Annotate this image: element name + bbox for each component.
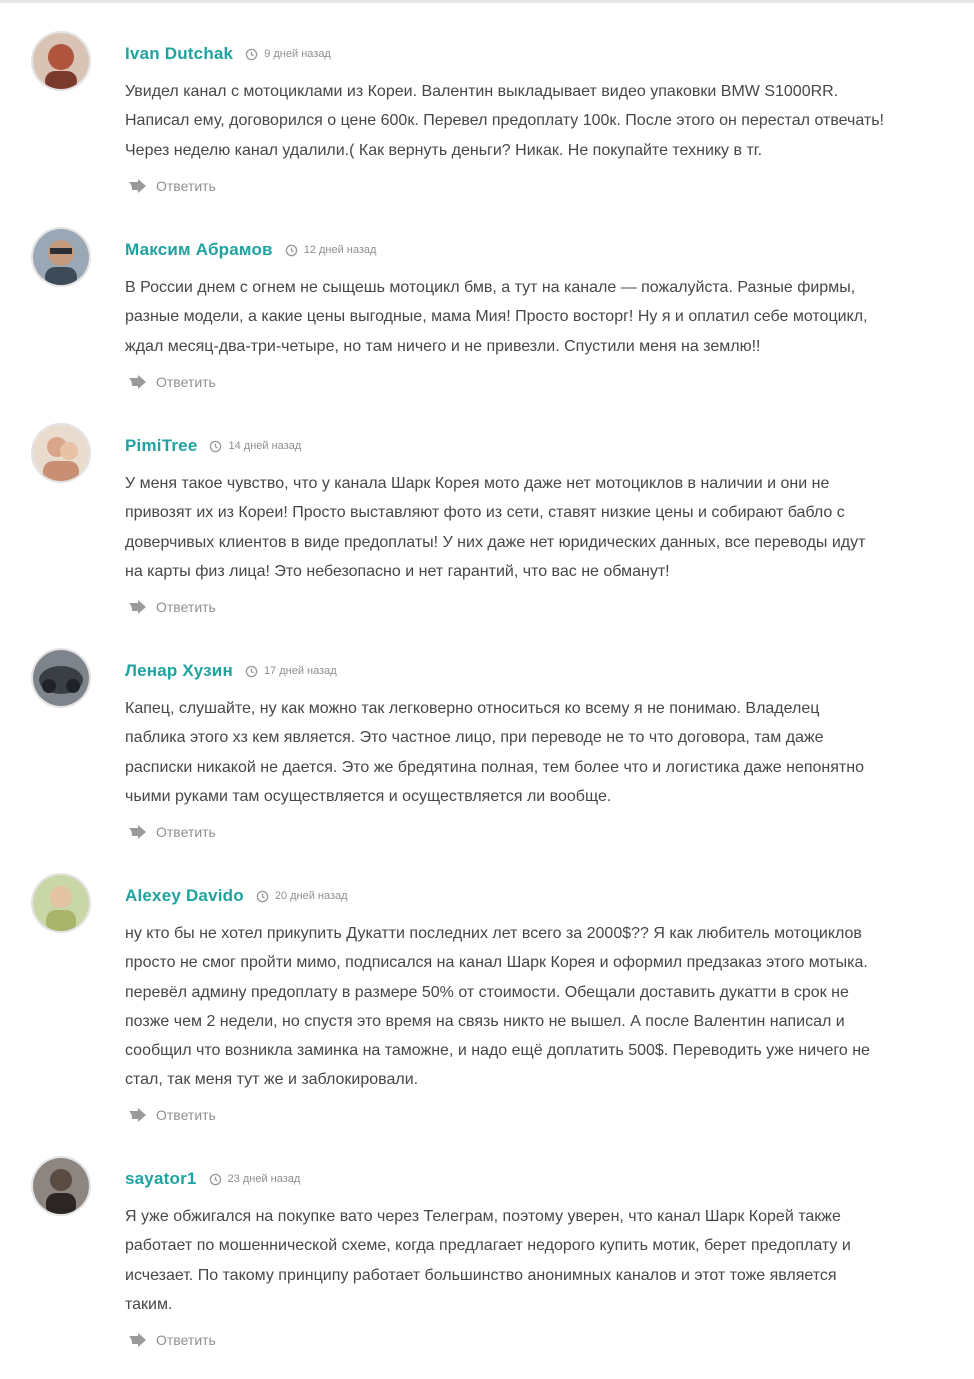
reply-label: Ответить [156,178,216,194]
avatar[interactable] [31,1156,91,1216]
reply-button[interactable]: Ответить [128,1330,216,1350]
comment-text: Капец, слушайте, ну как можно так легков… [125,700,864,805]
author-name[interactable]: Максим Абрамов [125,240,273,260]
reply-arrow-icon [129,179,146,193]
comment-text: У меня такое чувство, что у канала Шарк … [125,475,866,580]
comment-date[interactable]: 12 дней назад [304,244,377,256]
avatar[interactable] [31,227,91,287]
comment-meta: Максим Абрамов 12 дней назад [125,239,376,261]
reply-label: Ответить [156,1332,216,1348]
comment-meta: Ленар Хузин 17 дней назад [125,660,337,682]
comment-meta: sayator1 23 дней назад [125,1168,300,1190]
reply-arrow-icon [129,1108,146,1122]
comment-date[interactable]: 9 дней назад [264,48,331,60]
reply-button[interactable]: Ответить [128,822,216,842]
comment-date[interactable]: 14 дней назад [228,440,301,452]
author-name[interactable]: Alexey Davido [125,886,244,906]
comment-meta: PimiTree 14 дней назад [125,435,301,457]
avatar[interactable] [31,31,91,91]
reply-label: Ответить [156,599,216,615]
comment-text: Я уже обжигался на покупке вато через Те… [125,1208,851,1313]
clock-icon [209,1173,221,1185]
reply-button[interactable]: Ответить [128,372,216,392]
comment-date[interactable]: 17 дней назад [264,665,337,677]
author-name[interactable]: Ivan Dutchak [125,44,233,64]
reply-label: Ответить [156,824,216,840]
reply-button[interactable]: Ответить [128,1105,216,1125]
comment-text: ну кто бы не хотел прикупить Дукатти пос… [125,925,870,1089]
reply-arrow-icon [129,1333,146,1347]
avatar[interactable] [31,873,91,933]
reply-arrow-icon [129,600,146,614]
comment-text: В России днем с огнем не сыщешь мотоцикл… [125,279,868,355]
clock-icon [285,244,297,256]
reply-button[interactable]: Ответить [128,176,216,196]
top-divider [0,0,974,3]
avatar[interactable] [31,423,91,483]
author-name[interactable]: Ленар Хузин [125,661,233,681]
clock-icon [256,890,269,902]
reply-arrow-icon [129,375,146,389]
author-name[interactable]: sayator1 [125,1169,197,1189]
author-name[interactable]: PimiTree [125,436,197,456]
comment-meta: Ivan Dutchak 9 дней назад [125,43,331,65]
reply-button[interactable]: Ответить [128,597,216,617]
comment-date[interactable]: 23 дней назад [228,1173,301,1185]
reply-label: Ответить [156,374,216,390]
clock-icon [210,440,222,452]
avatar[interactable] [31,648,91,708]
comment-meta: Alexey Davido 20 дней назад [125,885,348,907]
clock-icon [245,48,258,60]
reply-arrow-icon [129,825,146,839]
reply-label: Ответить [156,1107,216,1123]
clock-icon [245,665,258,677]
comment-text: Увидел канал с мотоциклами из Кореи. Вал… [125,83,884,159]
comment-date[interactable]: 20 дней назад [275,890,348,902]
